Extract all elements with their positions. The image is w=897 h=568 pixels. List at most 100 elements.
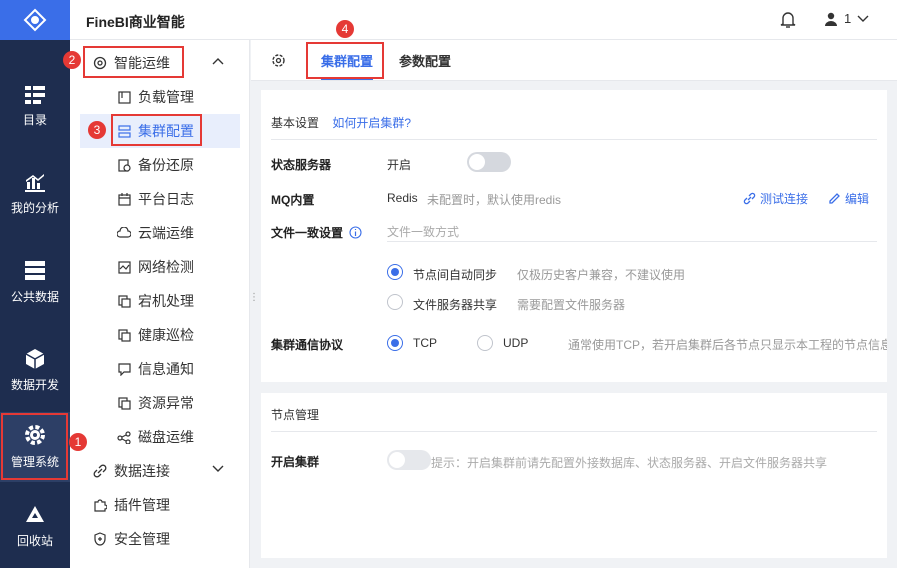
rail-label: 数据开发: [10, 378, 59, 392]
test-connection-button[interactable]: 测试连接: [743, 190, 808, 207]
cloud-icon: [116, 225, 132, 241]
auto-sync-label: 节点间自动同步: [413, 268, 498, 282]
menu-item-label: 负载管理: [138, 89, 194, 105]
menu-item-cloud[interactable]: 云端运维: [70, 216, 249, 250]
section-header: 基本设置 如何开启集群?: [271, 114, 411, 131]
left-rail: 目录 我的分析 公共数据 数据开发 管理系统 回收站: [0, 0, 70, 568]
rail-label: 公共数据: [10, 290, 59, 304]
file-server-radio[interactable]: [387, 294, 403, 310]
menu-item-downtime[interactable]: 宕机处理: [70, 284, 249, 318]
annotation-marker: 4: [336, 20, 354, 38]
menu-item-load[interactable]: 负载管理: [70, 80, 249, 114]
menu-group-plugins[interactable]: 插件管理: [70, 488, 249, 522]
protocol-label: 集群通信协议: [271, 338, 344, 352]
file-consistency-text: 文件一致设置: [271, 226, 344, 240]
menu-group-label: 插件管理: [114, 497, 170, 513]
shield-icon: [92, 531, 108, 547]
gear-icon: [272, 53, 285, 67]
file-server-label: 文件服务器共享: [413, 298, 498, 312]
test-connection-label: 测试连接: [760, 192, 809, 206]
menu-item-disk[interactable]: 磁盘运维: [70, 420, 249, 454]
udp-label: UDP: [503, 336, 529, 350]
catalog-icon: [25, 86, 45, 104]
annotation-marker: 1: [69, 433, 87, 451]
splitter-handle[interactable]: ⋮: [249, 293, 259, 310]
rail-item-public-data[interactable]: 公共数据: [0, 248, 70, 318]
annotation-box-admin: [1, 413, 68, 480]
divider: [271, 431, 877, 432]
menu-item-label: 宕机处理: [138, 293, 194, 309]
udp-radio[interactable]: [477, 335, 493, 351]
backup-icon: [116, 157, 132, 173]
database-icon: [25, 261, 45, 280]
menu-item-health[interactable]: 健康巡检: [70, 318, 249, 352]
basic-settings-panel: 基本设置 如何开启集群? 状态服务器 开启 MQ内置 Redis 未配置时，默认…: [261, 90, 887, 382]
menu-group-security[interactable]: 安全管理: [70, 522, 249, 556]
link-icon: [92, 463, 108, 479]
load-icon: [116, 89, 132, 105]
tcp-radio[interactable]: [387, 335, 403, 351]
user-menu[interactable]: 1: [824, 11, 869, 26]
cube-icon: [25, 349, 45, 369]
menu-group-label: 安全管理: [114, 531, 170, 547]
analysis-icon: [25, 174, 45, 192]
network-icon: [116, 259, 132, 275]
mq-hint: 未配置时，默认使用redis: [427, 193, 562, 207]
file-consistency-input[interactable]: 文件一致方式: [387, 220, 877, 242]
rail-label: 我的分析: [10, 201, 59, 215]
app-title: FineBI商业智能: [86, 14, 185, 30]
auto-sync-hint: 仅极历史客户兼容，不建议使用: [517, 268, 686, 282]
user-icon: [825, 12, 837, 26]
file-consistency-label: 文件一致设置: [271, 224, 362, 241]
divider: [271, 139, 877, 140]
rail-item-catalog[interactable]: 目录: [0, 72, 70, 142]
copy-icon: [116, 327, 132, 343]
menu-item-label: 信息通知: [138, 361, 194, 377]
edit-button[interactable]: 编辑: [828, 190, 869, 207]
menu-item-backup[interactable]: 备份还原: [70, 148, 249, 182]
menu-group-data-connect[interactable]: 数据连接: [70, 454, 249, 488]
nodes-icon: [116, 429, 132, 445]
rail-item-analysis[interactable]: 我的分析: [0, 160, 70, 230]
menu-item-network[interactable]: 网络检测: [70, 250, 249, 284]
puzzle-icon: [92, 497, 108, 513]
menu-item-label: 磁盘运维: [138, 429, 194, 445]
menu-item-label: 备份还原: [138, 157, 194, 173]
enable-cluster-toggle[interactable]: [387, 450, 431, 470]
pencil-icon: [829, 193, 840, 204]
status-server-label: 状态服务器: [271, 158, 332, 172]
chevron-down-icon: [857, 15, 869, 22]
message-icon: [116, 361, 132, 377]
bell-icon: [780, 12, 796, 28]
top-bar: FineBI商业智能 1: [70, 0, 897, 40]
copy-icon: [116, 395, 132, 411]
tcp-label: TCP: [413, 336, 437, 350]
calendar-icon: [116, 191, 132, 207]
menu-item-notify[interactable]: 信息通知: [70, 352, 249, 386]
chevron-down-icon: [212, 465, 224, 472]
menu-item-label: 资源异常: [138, 395, 194, 411]
annotation-box-cluster: [111, 114, 202, 146]
annotation-box-smart-ops: [83, 46, 184, 78]
how-to-cluster-link[interactable]: 如何开启集群?: [332, 116, 411, 130]
rail-item-recycle[interactable]: 回收站: [0, 492, 70, 562]
node-section-title: 节点管理: [271, 408, 320, 422]
mq-value: Redis: [387, 191, 418, 205]
tab-settings-gear[interactable]: [271, 40, 286, 80]
link-icon: [743, 192, 756, 205]
menu-item-log[interactable]: 平台日志: [70, 182, 249, 216]
app-logo[interactable]: [0, 0, 70, 40]
enable-cluster-label: 开启集群: [271, 455, 320, 469]
enable-cluster-hint: 提示：开启集群前请先配置外接数据库、状态服务器、开启文件服务器共享: [431, 456, 828, 470]
rail-item-data-dev[interactable]: 数据开发: [0, 336, 70, 406]
status-server-toggle[interactable]: [467, 152, 511, 172]
section-title: 基本设置: [271, 116, 320, 130]
tab-param-config[interactable]: 参数配置: [399, 40, 451, 80]
auto-sync-radio[interactable]: [387, 264, 403, 280]
node-management-panel: 节点管理 开启集群 提示：开启集群前请先配置外接数据库、状态服务器、开启文件服务…: [261, 393, 887, 558]
menu-item-resource[interactable]: 资源异常: [70, 386, 249, 420]
annotation-box-tab: [306, 42, 384, 79]
status-server-value: 开启: [387, 158, 412, 172]
notification-bell[interactable]: [780, 11, 796, 32]
copy-icon: [116, 293, 132, 309]
